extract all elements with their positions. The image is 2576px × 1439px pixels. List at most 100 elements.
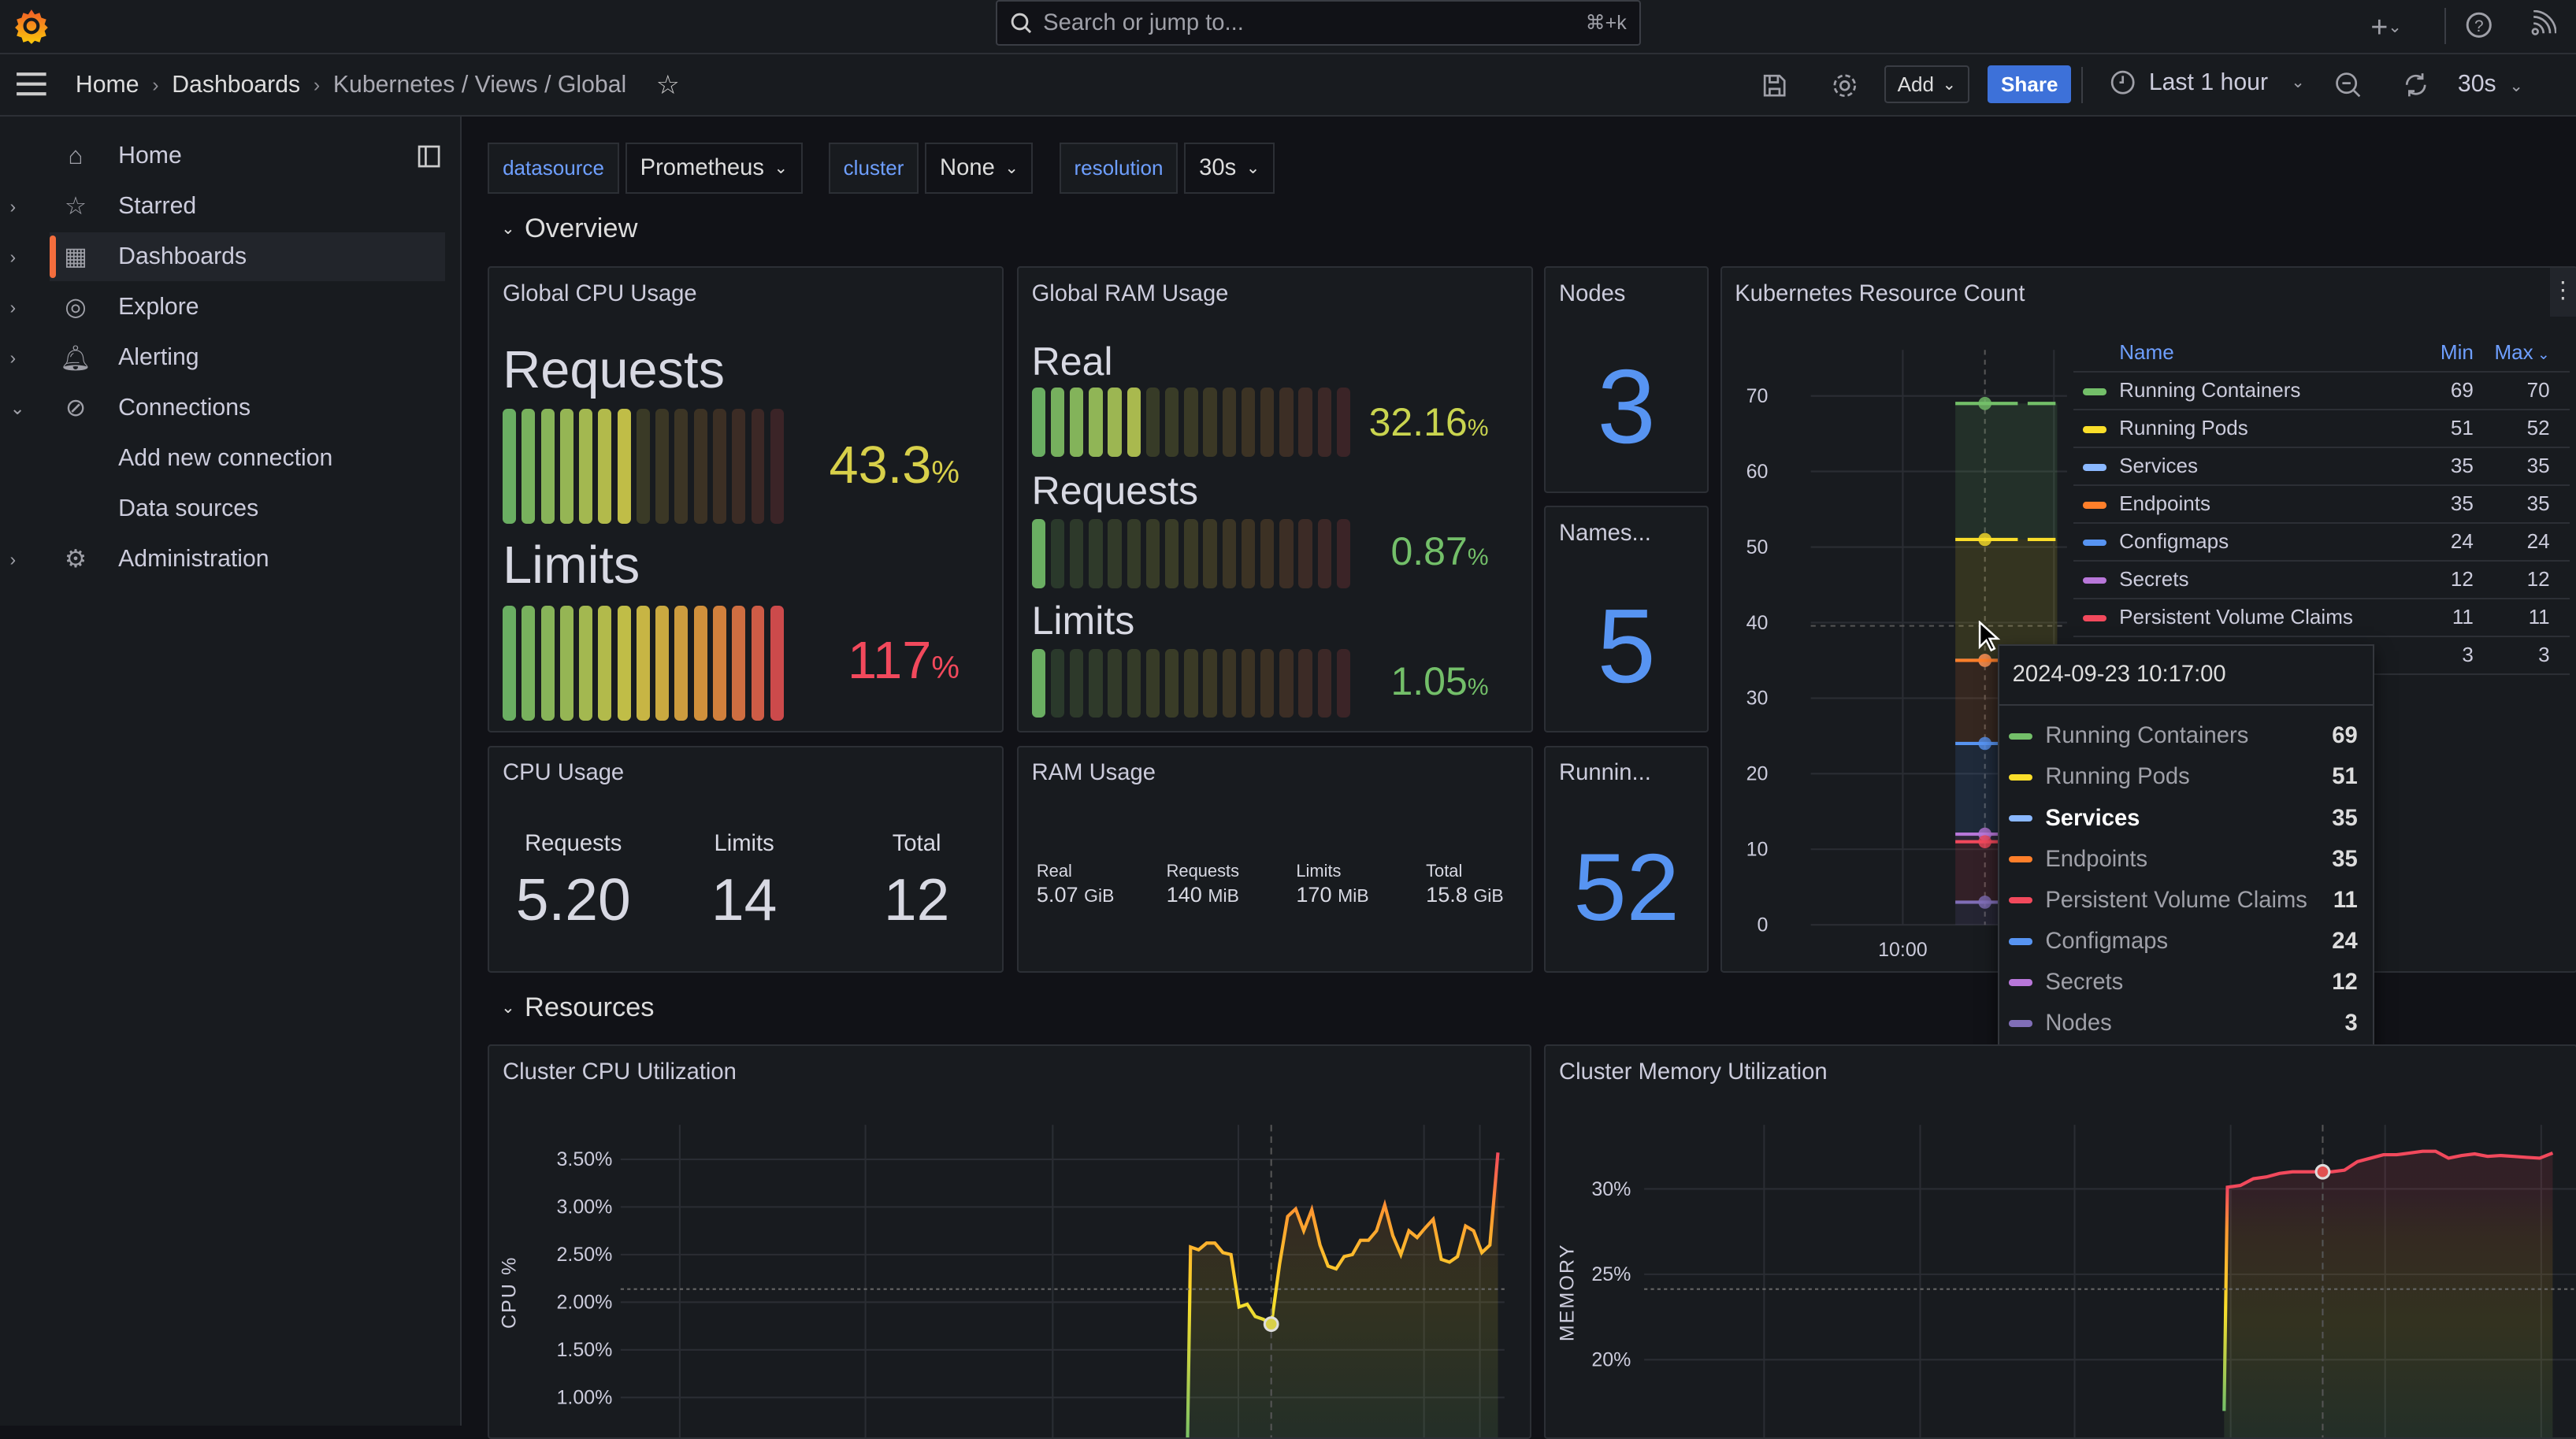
gauge-segment (1050, 648, 1065, 718)
gauge-segment (1070, 388, 1084, 457)
gear-icon: ⚙ (64, 545, 87, 573)
star-icon[interactable]: ☆ (656, 69, 680, 101)
legend-row[interactable]: Configmaps 24 24 (2073, 522, 2570, 562)
news-feed-icon[interactable] (2530, 9, 2557, 36)
breadcrumb-home[interactable]: Home (76, 72, 139, 98)
save-icon[interactable] (1761, 72, 1787, 98)
y-tick-label: 2.00% (557, 1292, 613, 1314)
legend-header-max[interactable]: Max ⌄ (2473, 333, 2570, 373)
panel-global-cpu-usage: Global CPU Usage Requests 43.3% Limits 117% (488, 265, 1004, 733)
stat-label: Requests (1166, 860, 1240, 881)
gauge-segment (1031, 648, 1045, 718)
row-overview[interactable]: ⌄ Overview (501, 213, 637, 244)
add-button[interactable]: Add ⌄ (1884, 65, 1969, 104)
sidebar-item-add-new-connection[interactable]: Add new connection (50, 434, 446, 484)
gauge-segment (1336, 648, 1351, 718)
resolution-select[interactable]: 30s ⌄ (1184, 143, 1275, 195)
sidebar-item-dashboards[interactable]: › ▦ Dashboards (10, 232, 446, 282)
legend-name: Running Pods (2119, 416, 2248, 440)
sidebar-item-label: Explore (118, 294, 199, 321)
tooltip-row: Running Containers 69 (1999, 716, 2373, 757)
legend-header-name[interactable]: Name (2073, 333, 2432, 373)
legend-row[interactable]: Persistent Volume Claims 11 11 (2073, 598, 2570, 637)
y-tick-label: 20% (1592, 1349, 1631, 1371)
y-tick-label: 60 (1746, 461, 1768, 483)
series-color-swatch (2083, 540, 2106, 547)
sidebar-item-connections[interactable]: ⌄ ⊘ Connections (10, 384, 446, 433)
tooltip-series-name: Persistent Volume Claims (2045, 887, 2307, 913)
zoom-out-icon[interactable] (2334, 71, 2362, 98)
legend-max: 70 (2473, 371, 2570, 410)
new-plus-icon[interactable]: + ⌄ (2370, 10, 2401, 44)
refresh-interval-picker[interactable]: 30s ⌄ (2458, 71, 2523, 98)
legend-row[interactable]: Endpoints 35 35 (2073, 484, 2570, 524)
panel-menu-icon[interactable]: ⋮ (2549, 267, 2576, 317)
gauge-segment (636, 409, 650, 525)
gauge-segment (1260, 518, 1275, 588)
memory-utilization-chart[interactable]: 20% 25% 30% MEMORY (1546, 1046, 2576, 1439)
legend-row[interactable]: Running Pods 51 52 (2073, 409, 2570, 448)
grafana-logo-icon[interactable] (13, 8, 50, 45)
namespaces-value: 5 (1597, 588, 1656, 706)
tooltip-row: Nodes 3 (1999, 1003, 2373, 1044)
hover-point (1977, 736, 1991, 751)
legend-name: Services (2119, 454, 2199, 478)
cluster-select[interactable]: None ⌄ (925, 143, 1034, 195)
time-range-picker[interactable]: Last 1 hour ⌄ (2110, 69, 2305, 96)
gauge-segment (559, 409, 573, 525)
clock-icon (2110, 70, 2135, 95)
sidebar-item-alerting[interactable]: › 🔔︎ Alerting (10, 333, 446, 383)
refresh-icon[interactable] (2402, 71, 2429, 98)
gauge-segment (1050, 388, 1065, 457)
gauge-value: 0.87% (1390, 529, 1489, 574)
sidebar-item-data-sources[interactable]: Data sources (50, 484, 446, 534)
y-tick-label: 70 (1746, 385, 1768, 407)
gauge-segment (1317, 388, 1331, 457)
chevron-right-icon[interactable]: › (10, 247, 17, 268)
chevron-right-icon[interactable]: › (10, 347, 17, 369)
help-icon[interactable]: ? (2464, 10, 2494, 40)
panel-cluster-cpu-utilization: Cluster CPU Utilization 1.00% 1.50% 2.00% 2… (488, 1044, 1531, 1439)
sidebar-item-label: Starred (118, 193, 197, 220)
cpu-utilization-chart[interactable]: 1.00% 1.50% 2.00% 2.50% 3.00% 3.50% CPU % (489, 1046, 1531, 1439)
gauge-segment (1317, 648, 1331, 718)
stat-label: Limits (1296, 860, 1342, 881)
legend-row[interactable]: Secrets 12 12 (2073, 560, 2570, 599)
gauge-segment (1203, 518, 1217, 588)
chevron-right-icon[interactable]: › (10, 196, 17, 217)
y-tick-label: 30 (1746, 688, 1768, 710)
divider (2444, 8, 2447, 45)
gauge-segment (598, 606, 612, 721)
sidebar-item-explore[interactable]: › ◎ Explore (10, 283, 446, 332)
chevron-right-icon[interactable]: › (10, 297, 17, 318)
variables-bar: datasource Prometheus ⌄ cluster None ⌄ res… (488, 143, 1275, 195)
row-title: Overview (525, 213, 638, 244)
chevron-down-icon[interactable]: ⌄ (10, 398, 25, 419)
legend-header-min[interactable]: Min (2431, 333, 2474, 373)
breadcrumb-dashboards[interactable]: Dashboards (172, 72, 300, 98)
stat-label: Limits (714, 831, 774, 857)
gauge-segment (1298, 648, 1312, 718)
stat-value: 170 MiB (1296, 881, 1369, 907)
gauge-segment (1260, 388, 1275, 457)
settings-gear-icon[interactable] (1830, 71, 1860, 101)
sidebar-item-home[interactable]: ⌂ Home (50, 132, 446, 181)
datasource-select[interactable]: Prometheus ⌄ (625, 143, 803, 195)
menu-icon[interactable] (15, 71, 48, 97)
time-range-label: Last 1 hour (2148, 69, 2269, 95)
y-axis-label: MEMORY (1557, 1244, 1579, 1342)
sidebar-item-administration[interactable]: › ⚙ Administration (10, 535, 446, 584)
row-resources[interactable]: ⌄ Resources (501, 992, 654, 1023)
legend-row[interactable]: Services 35 35 (2073, 447, 2570, 486)
stat-label: Total (1426, 860, 1463, 881)
gauge-segment (1089, 388, 1103, 457)
share-button[interactable]: Share (1988, 65, 2072, 104)
sidebar-item-starred[interactable]: › ☆ Starred (10, 182, 446, 232)
gauge-segment (1241, 388, 1256, 457)
gauge-segment (1241, 648, 1256, 718)
legend-row[interactable]: Running Containers 69 70 (2073, 371, 2570, 410)
variable-label-resolution: resolution (1059, 143, 1179, 195)
row-title: Resources (525, 992, 655, 1022)
search-input[interactable]: Search or jump to... ⌘+k (995, 0, 1642, 46)
chevron-right-icon[interactable]: › (10, 549, 17, 570)
